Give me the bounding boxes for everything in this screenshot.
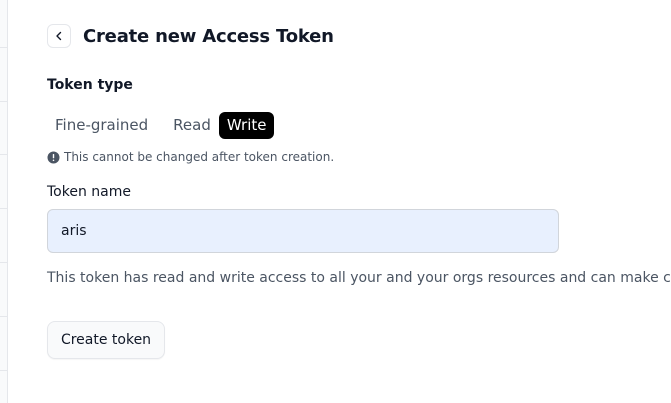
token-type-selector: Fine-grained Read Write	[47, 112, 275, 139]
sidebar-divider	[0, 262, 8, 263]
sidebar-divider	[0, 101, 8, 102]
page-header: Create new Access Token	[47, 24, 334, 48]
left-sidebar-edge	[0, 0, 8, 403]
token-type-write[interactable]: Write	[218, 112, 275, 139]
page-title: Create new Access Token	[83, 25, 334, 47]
create-token-button[interactable]: Create token	[47, 321, 165, 359]
sidebar-divider	[0, 154, 8, 155]
token-type-label: Token type	[47, 77, 133, 93]
token-permission-description: This token has read and write access to …	[47, 270, 671, 286]
back-button[interactable]	[47, 24, 71, 48]
sidebar-divider	[0, 316, 8, 317]
access-token-page: Create new Access Token Token type Fine-…	[0, 0, 671, 403]
token-name-input[interactable]	[47, 209, 559, 253]
token-name-label: Token name	[47, 184, 131, 200]
sidebar-divider	[0, 47, 8, 48]
token-type-note: This cannot be changed after token creat…	[47, 150, 334, 164]
sidebar-divider	[0, 370, 8, 371]
sidebar-divider	[0, 208, 8, 209]
token-type-fine-grained[interactable]: Fine-grained	[47, 112, 156, 139]
token-type-read[interactable]: Read	[165, 112, 219, 139]
token-type-note-text: This cannot be changed after token creat…	[64, 150, 335, 164]
info-icon	[47, 151, 60, 163]
chevron-left-icon	[56, 31, 62, 41]
